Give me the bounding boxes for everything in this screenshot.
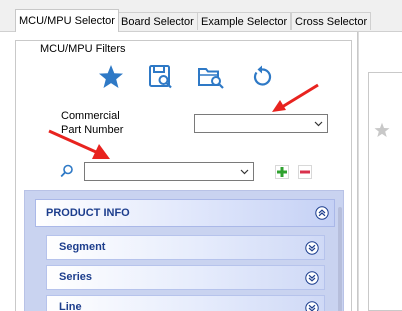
product-info-header[interactable]: PRODUCT INFO — [35, 199, 335, 227]
minus-icon — [298, 165, 312, 179]
filter-section-series[interactable]: Series — [46, 265, 325, 290]
series-label: Series — [59, 271, 93, 283]
commercial-part-number-label: Commercial Part Number — [61, 109, 123, 137]
product-info-panel: PRODUCT INFO Segment Series Line — [24, 190, 344, 311]
panel-scrollbar[interactable] — [338, 207, 342, 311]
filter-section-line[interactable]: Line — [46, 295, 325, 311]
star-icon[interactable] — [97, 63, 125, 91]
tab-example-selector[interactable]: Example Selector — [197, 12, 292, 30]
plus-icon — [275, 165, 289, 179]
stm32-cube-mcu-selector-window: MCU/MPU Selector Board Selector Example … — [0, 0, 402, 311]
cpn-label-line1: Commercial — [61, 110, 120, 122]
results-box — [368, 72, 402, 311]
product-info-header-label: PRODUCT INFO — [46, 207, 130, 219]
chevron-down-icon — [240, 169, 249, 174]
expand-icon[interactable] — [305, 240, 319, 255]
search-combo[interactable] — [84, 162, 254, 181]
remove-filter-button[interactable] — [298, 165, 312, 179]
cpn-label-line2: Part Number — [61, 124, 124, 136]
chevron-down-icon — [314, 121, 323, 126]
collapse-icon[interactable] — [315, 206, 329, 220]
tab-cross-selector[interactable]: Cross Selector — [291, 12, 372, 30]
reset-icon[interactable] — [248, 63, 276, 91]
expand-icon[interactable] — [305, 300, 319, 311]
segment-label: Segment — [59, 241, 106, 253]
open-folder-search-icon[interactable] — [197, 63, 225, 91]
search-icon — [60, 164, 74, 181]
selector-content: MCU/MPU Filters Commercial Part Number P… — [0, 32, 402, 311]
line-label: Line — [59, 301, 82, 311]
star-icon[interactable] — [374, 122, 390, 138]
filters-group-title: MCU/MPU Filters — [37, 42, 129, 56]
selector-tabs: MCU/MPU Selector Board Selector Example … — [0, 0, 402, 32]
results-panel — [358, 32, 402, 311]
add-filter-button[interactable] — [275, 165, 289, 179]
save-search-icon[interactable] — [147, 63, 175, 91]
tab-mcu-mpu-selector[interactable]: MCU/MPU Selector — [15, 9, 119, 32]
tab-board-selector[interactable]: Board Selector — [117, 12, 198, 30]
filter-section-segment[interactable]: Segment — [46, 235, 325, 260]
expand-icon[interactable] — [305, 270, 319, 285]
commercial-part-number-combo[interactable] — [194, 114, 328, 133]
